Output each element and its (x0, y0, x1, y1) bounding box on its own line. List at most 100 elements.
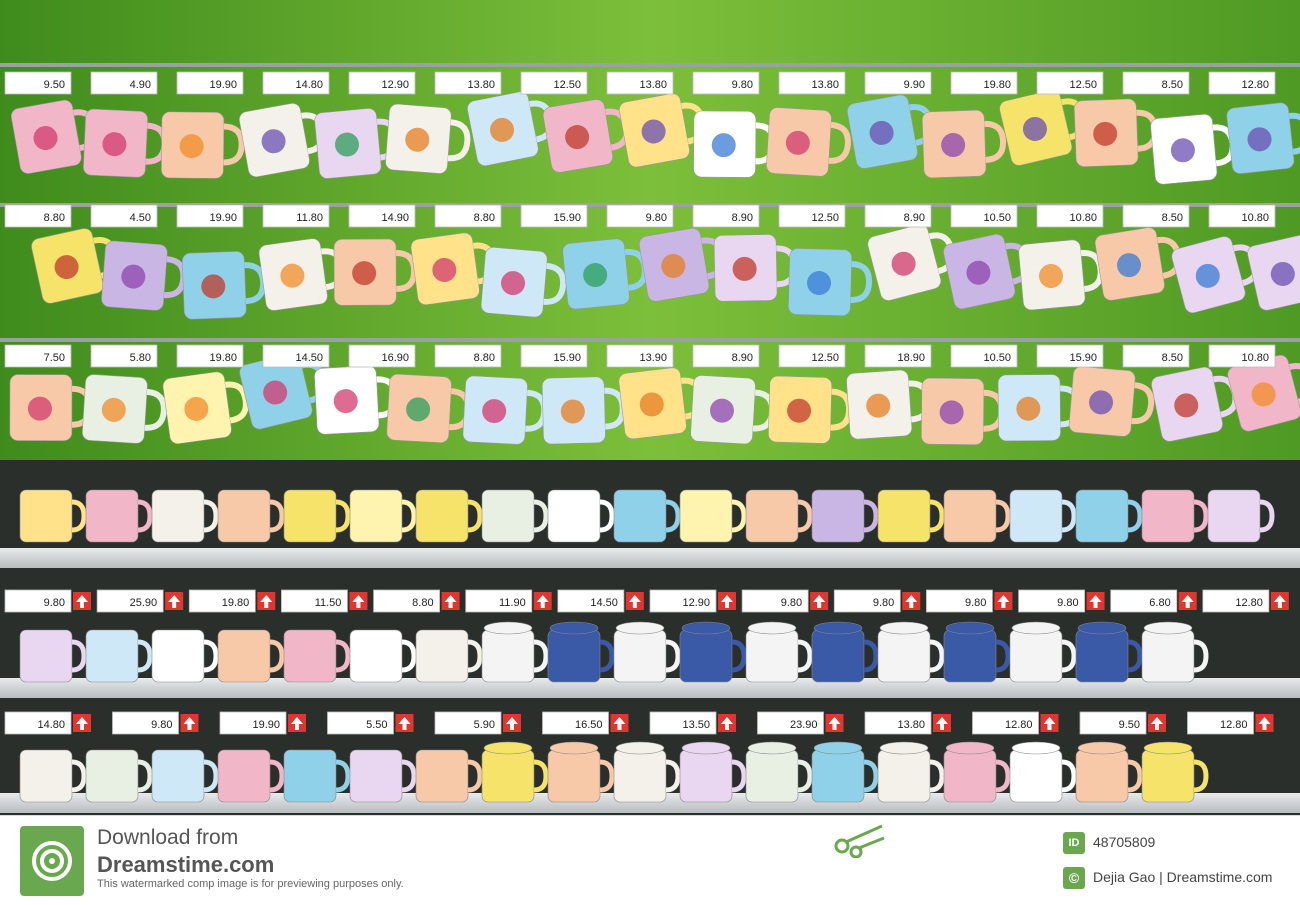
price-tag: 5.50 (327, 711, 414, 735)
price-tag: 10.50 (950, 204, 1018, 228)
price-tag-value: 9.50 (44, 79, 65, 91)
price-tag-value: 9.80 (873, 597, 894, 609)
price-tag: 19.80 (176, 344, 244, 368)
spiral-icon (32, 841, 72, 881)
lid (945, 621, 995, 635)
price-tag: 8.50 (1122, 204, 1190, 228)
price-tag-value: 8.80 (44, 212, 65, 224)
price-tag: 14.50 (557, 589, 644, 613)
lid (747, 621, 797, 635)
price-tag: 12.50 (778, 344, 846, 368)
rail-bar (0, 63, 1300, 67)
shelf-mug-body (811, 749, 865, 803)
price-tag: 5.80 (90, 344, 158, 368)
price-tag-value: 12.80 (1235, 597, 1263, 609)
shelf-mug-body (943, 489, 997, 543)
price-tag: 13.50 (649, 711, 736, 735)
shelf-mug-body (415, 749, 469, 803)
lid (1011, 621, 1061, 635)
shelf-mug-body (151, 489, 205, 543)
shelf-mug-body (481, 489, 535, 543)
price-tag-value: 10.80 (1069, 212, 1097, 224)
shelf-mug-body (547, 489, 601, 543)
price-tag-value: 12.50 (811, 212, 839, 224)
price-tag: 9.80 (4, 589, 91, 613)
price-tag-value: 12.90 (682, 597, 710, 609)
price-tag: 12.50 (520, 71, 588, 95)
dreamstime-logo (20, 826, 84, 896)
lid (483, 621, 533, 635)
price-tag-value: 14.90 (381, 212, 409, 224)
shelf-mug-body (877, 749, 931, 803)
price-tag: 15.90 (520, 204, 588, 228)
price-tag: 8.80 (434, 344, 502, 368)
price-tag: 14.50 (262, 344, 330, 368)
shelf-mug-body (19, 489, 73, 543)
price-tag: 9.80 (692, 71, 760, 95)
shelf-mug-body (1141, 629, 1195, 683)
price-tag-value: 18.90 (897, 352, 925, 364)
price-tag: 25.90 (96, 589, 184, 613)
shelf-mug-body (745, 749, 799, 803)
price-tag: 13.90 (606, 344, 674, 368)
shelf-board (0, 548, 1300, 568)
shelf-mug-body (811, 489, 865, 543)
price-tag: 13.80 (606, 71, 674, 95)
shelf-mug-body (151, 749, 205, 803)
mug-print (711, 133, 736, 158)
rail-bar (0, 338, 1300, 342)
shelf-mug-body (1141, 749, 1195, 803)
price-tag-value: 4.50 (130, 212, 151, 224)
shelf-mug-body (745, 629, 799, 683)
shelf-mug-body (415, 629, 469, 683)
lid (879, 621, 929, 635)
shelf-mug-body (481, 629, 535, 683)
lid (681, 741, 731, 755)
price-tag: 9.50 (1079, 711, 1166, 735)
price-tag-value: 8.80 (412, 597, 433, 609)
price-tag-value: 8.90 (904, 212, 925, 224)
price-tag: 10.80 (1036, 204, 1104, 228)
price-tag: 9.80 (926, 589, 1013, 613)
price-tag: 12.50 (778, 204, 846, 228)
price-tag-value: 14.50 (590, 597, 618, 609)
shelf-mug-body (1141, 489, 1195, 543)
shelf-mug-body (679, 749, 733, 803)
price-tag: 23.90 (757, 711, 844, 735)
shelf-mug-body (481, 749, 535, 803)
price-tag: 11.50 (281, 589, 368, 613)
price-tag-value: 16.90 (381, 352, 409, 364)
price-tag-value: 9.50 (1119, 719, 1140, 731)
shelf-mug-body (547, 749, 601, 803)
lid (813, 741, 863, 755)
shelf-mug-body (85, 749, 139, 803)
shelf-mug-body (745, 489, 799, 543)
download-line: Download from (97, 826, 239, 849)
price-tag: 15.90 (1036, 344, 1104, 368)
shelf-mug-body (613, 489, 667, 543)
shelf-mug-body (1009, 749, 1063, 803)
scissors-icon (834, 824, 885, 858)
site-name: Dreamstime.com (97, 852, 275, 877)
lid (615, 621, 665, 635)
shelf-mug-body (1075, 489, 1129, 543)
shelf-mug-body (1075, 629, 1129, 683)
price-tag-value: 13.80 (639, 79, 667, 91)
price-tag: 8.80 (4, 204, 72, 228)
shelf-mug-body (217, 629, 271, 683)
price-tag: 16.50 (542, 711, 629, 735)
price-tag-value: 9.80 (44, 597, 65, 609)
price-tag-value: 12.50 (1069, 79, 1097, 91)
price-tag: 4.90 (90, 71, 158, 95)
shelf-mug-body (217, 749, 271, 803)
price-tag: 9.80 (606, 204, 674, 228)
lid (1143, 741, 1193, 755)
price-tag: 12.90 (649, 589, 736, 613)
price-tag: 6.80 (1110, 589, 1197, 613)
price-tag-value: 13.80 (897, 719, 925, 731)
shelf-mug-body (1009, 629, 1063, 683)
price-tag-value: 14.50 (295, 352, 323, 364)
price-tag-value: 5.50 (366, 719, 387, 731)
price-tag-value: 12.80 (1220, 719, 1248, 731)
lid (549, 741, 599, 755)
